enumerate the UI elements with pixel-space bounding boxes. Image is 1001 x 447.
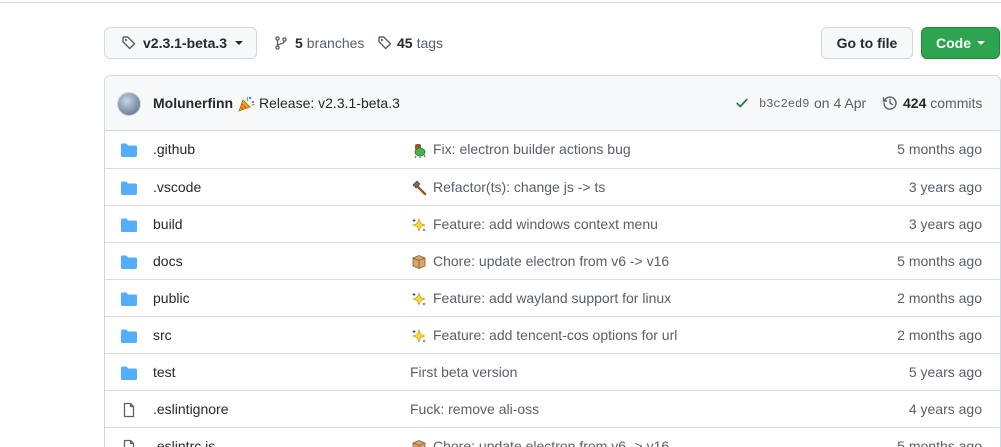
folder-icon [121, 292, 137, 306]
commit-age: 5 months ago [897, 438, 982, 447]
commit-message-link[interactable]: Fuck: remove ali-oss [410, 401, 539, 417]
tag-icon [378, 36, 392, 50]
code-button-label: Code [936, 35, 971, 51]
commit-message[interactable]: Release: v2.3.1-beta.3 [259, 95, 400, 111]
file-name[interactable]: .eslintignore [153, 401, 229, 417]
repo-toolbar: v2.3.1-beta.3 5 branches 45 tags Go to f… [104, 27, 1000, 59]
commit-age: 2 months ago [897, 290, 982, 306]
commit-message-link[interactable]: Feature: add tencent-cos options for url [433, 327, 677, 343]
commit-message-link[interactable]: Fix: electron builder actions bug [433, 141, 631, 157]
file-name[interactable]: docs [153, 253, 183, 269]
table-row: docs Chore: update electron from v6 -> v… [105, 242, 1000, 279]
commit-message-link[interactable]: Refactor(ts): change js -> ts [433, 179, 605, 195]
folder-icon [121, 218, 137, 232]
go-to-file-button[interactable]: Go to file [821, 27, 913, 59]
commit-age: 5 years ago [908, 364, 982, 380]
commit-age: 5 months ago [897, 141, 982, 157]
file-name[interactable]: build [153, 216, 183, 232]
branches-count: 5 [295, 35, 303, 51]
table-row: test First beta version 5 years ago [105, 353, 1000, 390]
commit-message-link[interactable]: Feature: add wayland support for linux [433, 290, 671, 306]
commits-link[interactable]: 424 commits [903, 95, 982, 111]
folder-icon [121, 143, 137, 157]
commit-author[interactable]: Molunerfinn [153, 95, 233, 111]
party-popper-icon [238, 96, 255, 112]
commit-age: 5 months ago [897, 253, 982, 269]
commit-message-link[interactable]: Feature: add windows context menu [433, 216, 658, 232]
branch-name: v2.3.1-beta.3 [143, 35, 228, 51]
sparkles-icon [412, 218, 426, 232]
folder-icon [121, 181, 137, 195]
file-browser: Molunerfinn Release: v2.3.1-beta.3 b3c2e… [104, 75, 1001, 447]
tags-count: 45 [397, 35, 413, 51]
bug-icon [414, 144, 426, 158]
folder-icon [121, 329, 137, 343]
commits-label: commits [930, 95, 983, 111]
file-name[interactable]: .github [153, 141, 195, 157]
code-button[interactable]: Code [921, 27, 1000, 59]
file-name[interactable]: .vscode [153, 179, 201, 195]
file-name[interactable]: src [153, 327, 172, 343]
sparkles-icon [412, 292, 426, 306]
check-icon[interactable] [735, 96, 749, 110]
branches-link[interactable]: 5 branches [273, 27, 364, 59]
tag-icon [122, 36, 136, 50]
table-row: .eslintrc.js Chore: update electron from… [105, 427, 1000, 447]
chevron-down-icon [235, 41, 244, 45]
file-name[interactable]: test [153, 364, 176, 380]
table-row: public Feature: add wayland support for … [105, 279, 1000, 316]
avatar[interactable] [117, 92, 141, 116]
commit-sha[interactable]: b3c2ed9 [759, 97, 809, 111]
table-row: .eslintignore Fuck: remove ali-oss 4 yea… [105, 390, 1000, 427]
table-row: .github Fix: electron builder actions bu… [105, 131, 1000, 168]
commit-message-link[interactable]: First beta version [410, 364, 517, 380]
table-row: .vscode Refactor(ts): change js -> ts 3 … [105, 168, 1000, 205]
table-row: build Feature: add windows context menu … [105, 205, 1000, 242]
commit-age: 3 years ago [908, 216, 982, 232]
package-icon [412, 255, 426, 269]
tags-link[interactable]: 45 tags [377, 27, 443, 59]
hammer-icon [412, 180, 427, 196]
chevron-down-icon [977, 41, 985, 45]
commit-age: 4 years ago [908, 401, 982, 417]
commit-message-link[interactable]: Chore: update electron from v6 -> v16 [433, 253, 669, 269]
file-name[interactable]: .eslintrc.js [153, 438, 215, 447]
commit-date: on 4 Apr [814, 95, 867, 111]
commit-message-link[interactable]: Chore: update electron from v6 -> v16 [433, 438, 669, 447]
file-list: .github Fix: electron builder actions bu… [105, 131, 1000, 447]
sparkles-icon [412, 329, 426, 343]
history-icon [882, 96, 897, 110]
folder-icon [121, 366, 137, 380]
tags-label: tags [416, 35, 444, 51]
table-row: src Feature: add tencent-cos options for… [105, 316, 1000, 353]
commit-age: 2 months ago [897, 327, 982, 343]
git-branch-icon [275, 36, 287, 50]
file-icon [123, 402, 135, 418]
commits-count: 424 [903, 95, 927, 111]
top-border [0, 0, 1001, 3]
latest-commit-bar: Molunerfinn Release: v2.3.1-beta.3 b3c2e… [105, 76, 1000, 131]
file-icon [123, 439, 135, 447]
commit-age: 3 years ago [908, 179, 982, 195]
branches-label: branches [306, 35, 365, 51]
file-name[interactable]: public [153, 290, 190, 306]
package-icon [412, 440, 426, 447]
branch-selector-button[interactable]: v2.3.1-beta.3 [104, 27, 257, 59]
folder-icon [121, 255, 137, 269]
